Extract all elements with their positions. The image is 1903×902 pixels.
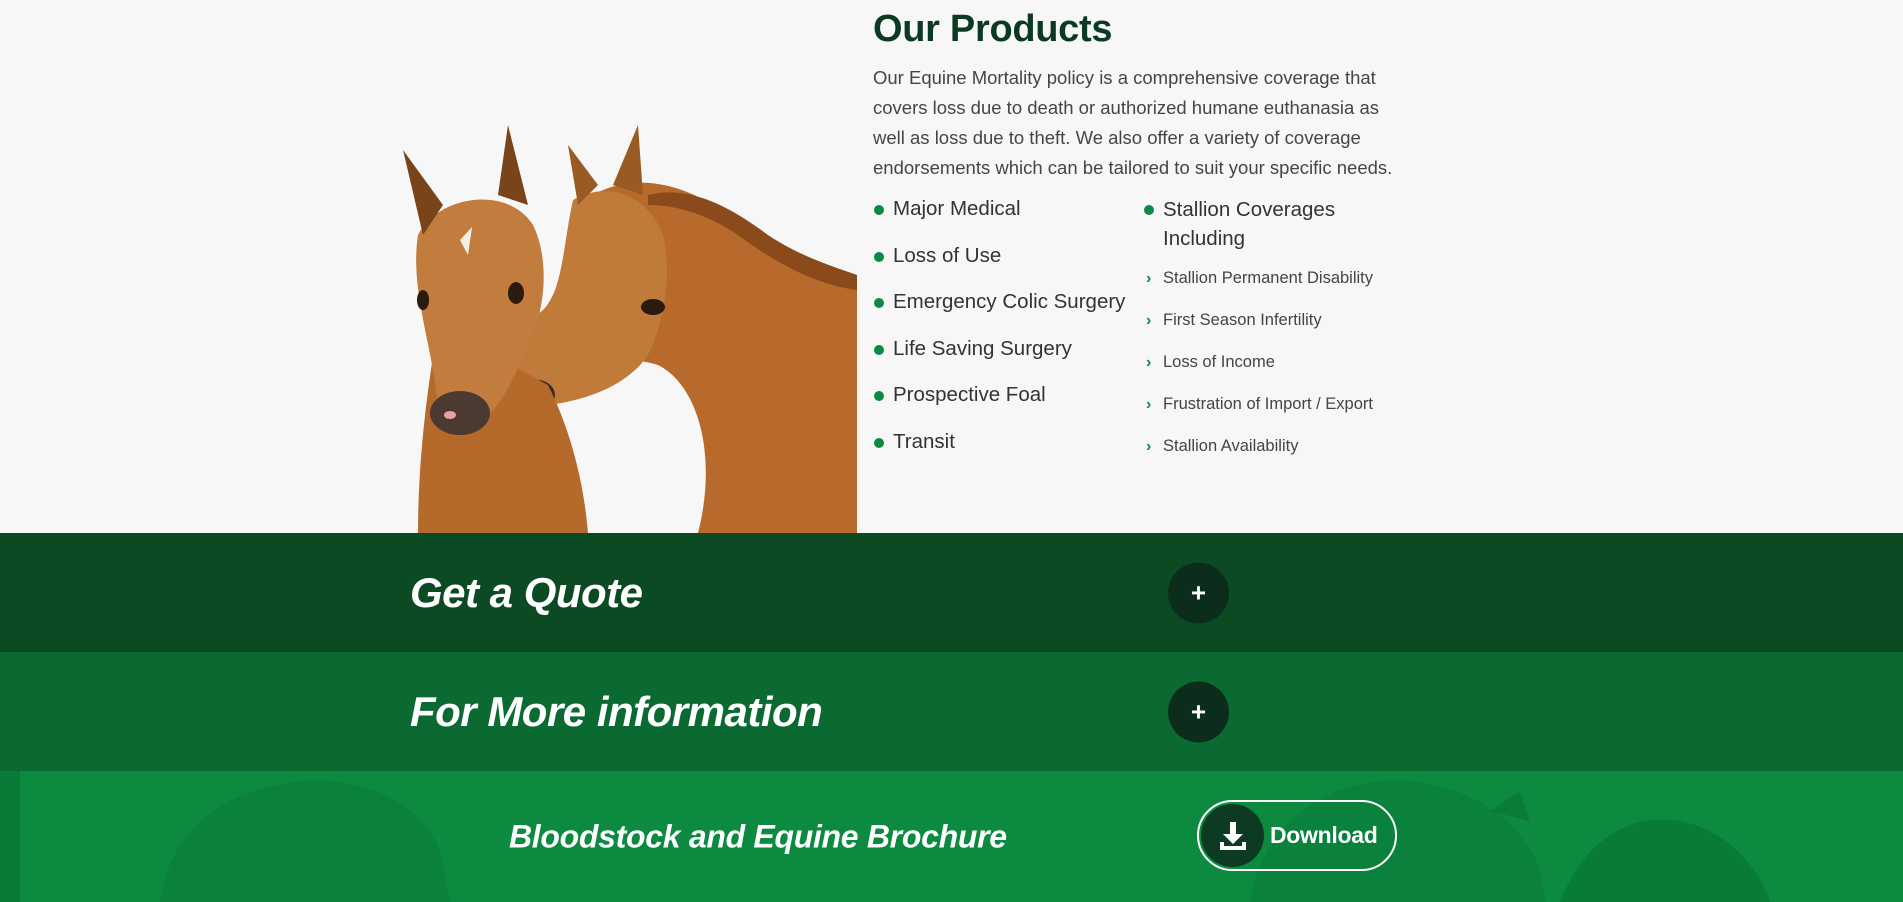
sub-list-item-label: Stallion Availability bbox=[1163, 437, 1299, 455]
sub-list-item-label: Stallion Permanent Disability bbox=[1163, 269, 1374, 287]
expand-quote-button[interactable]: + bbox=[1168, 562, 1229, 623]
expand-info-button[interactable]: + bbox=[1168, 681, 1229, 742]
sub-list-item-label: Frustration of Import / Export bbox=[1163, 395, 1373, 413]
sub-list-item: › Frustration of Import / Export bbox=[1143, 392, 1418, 417]
bullet-icon bbox=[874, 437, 884, 448]
page-title: Our Products bbox=[873, 8, 1113, 50]
stallion-sub-list: › Stallion Permanent Disability › First Se… bbox=[1143, 266, 1418, 459]
list-item: Transit bbox=[873, 428, 1143, 475]
list-item-label: Emergency Colic Surgery bbox=[893, 290, 1126, 313]
bullet-icon bbox=[1144, 205, 1154, 215]
coverage-list: Major Medical Loss of Use Emergency Coli… bbox=[873, 195, 1143, 474]
products-section: Our Products Our Equine Mortality policy… bbox=[0, 0, 1903, 533]
list-item: Prospective Foal bbox=[873, 381, 1143, 428]
bullet-icon bbox=[874, 344, 884, 355]
plus-icon: + bbox=[1190, 696, 1207, 726]
stallion-heading-label: Stallion Coverages Including bbox=[1163, 198, 1336, 250]
products-content: Our Products Our Equine Mortality policy… bbox=[873, 0, 1413, 495]
bullet-icon bbox=[874, 251, 884, 262]
sub-list-item: › Stallion Availability bbox=[1143, 434, 1418, 459]
chevron-right-icon: › bbox=[1146, 396, 1152, 413]
stallion-heading: Stallion Coverages Including bbox=[1143, 195, 1418, 253]
sub-list-item-label: First Season Infertility bbox=[1163, 311, 1322, 329]
plus-icon: + bbox=[1190, 577, 1207, 607]
chevron-right-icon: › bbox=[1146, 438, 1152, 455]
list-item: Major Medical bbox=[873, 195, 1143, 242]
foals-image bbox=[403, 125, 857, 533]
stallion-coverage: Stallion Coverages Including › Stallion P… bbox=[1143, 195, 1418, 476]
sub-list-item: › Loss of Income bbox=[1143, 350, 1418, 375]
bullet-icon bbox=[874, 205, 884, 215]
list-item: Loss of Use bbox=[873, 242, 1143, 289]
more-info-title[interactable]: For More information bbox=[410, 688, 823, 736]
chevron-right-icon: › bbox=[1146, 270, 1152, 287]
download-button[interactable]: Download bbox=[1197, 800, 1397, 871]
list-item: Emergency Colic Surgery bbox=[873, 288, 1143, 335]
sub-list-item: › First Season Infertility bbox=[1143, 308, 1418, 333]
coverage-lists: Major Medical Loss of Use Emergency Coli… bbox=[873, 195, 1413, 495]
get-quote-accordion[interactable]: Get a Quote + bbox=[0, 533, 1903, 652]
list-item-label: Prospective Foal bbox=[893, 383, 1046, 406]
list-item-label: Transit bbox=[893, 429, 955, 453]
chevron-right-icon: › bbox=[1146, 354, 1152, 371]
download-icon bbox=[1201, 804, 1264, 867]
list-item-label: Major Medical bbox=[893, 197, 1021, 220]
list-item-label: Loss of Use bbox=[893, 243, 1002, 267]
sub-list-item: › Stallion Permanent Disability bbox=[1143, 266, 1418, 291]
list-item: Life Saving Surgery bbox=[873, 335, 1143, 382]
bullet-icon bbox=[874, 298, 884, 308]
brochure-banner: Bloodstock and Equine Brochure Download bbox=[0, 771, 1903, 902]
brochure-title: Bloodstock and Equine Brochure bbox=[509, 818, 1007, 854]
more-info-accordion[interactable]: For More information + bbox=[0, 652, 1903, 771]
bullet-icon bbox=[874, 391, 884, 401]
chevron-right-icon: › bbox=[1146, 312, 1152, 329]
sub-list-item-label: Loss of Income bbox=[1163, 353, 1275, 371]
download-button-label: Download bbox=[1270, 822, 1378, 848]
get-quote-title[interactable]: Get a Quote bbox=[410, 569, 643, 617]
list-item-label: Life Saving Surgery bbox=[893, 336, 1072, 360]
products-description: Our Equine Mortality policy is a compreh… bbox=[873, 67, 1393, 178]
